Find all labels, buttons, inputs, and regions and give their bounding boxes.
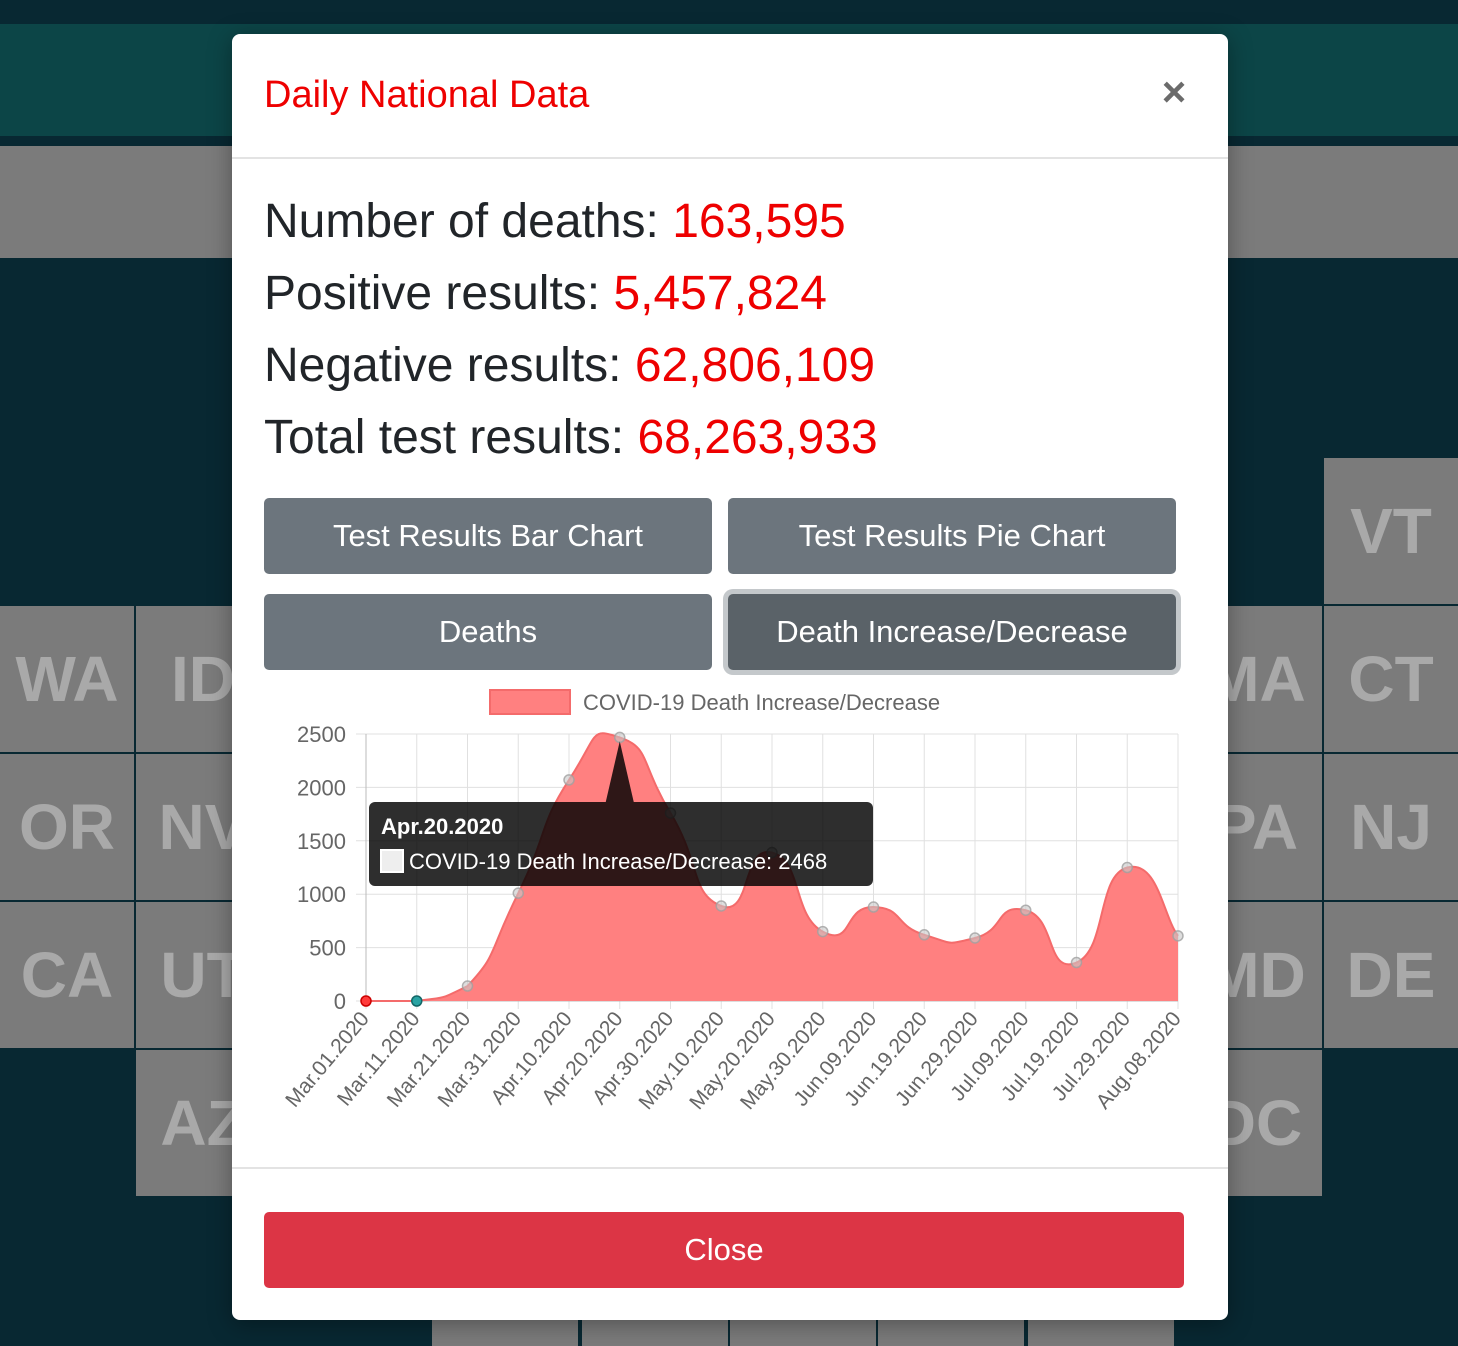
background-tile (432, 1320, 578, 1346)
data-point (563, 774, 575, 786)
data-point (918, 929, 930, 941)
state-tile-vt[interactable]: VT (1324, 458, 1458, 604)
data-point (867, 901, 880, 913)
y-tick-label: 2500 (297, 722, 346, 747)
background-tile (878, 1320, 1024, 1346)
close-button[interactable]: Close (264, 1212, 1184, 1288)
data-point (715, 900, 727, 912)
tooltip-swatch (380, 849, 404, 873)
y-tick-label: 2000 (297, 775, 346, 800)
legend-swatch (489, 689, 571, 715)
data-point (1020, 904, 1032, 916)
stat-label: Negative results: (264, 339, 635, 392)
data-point (360, 995, 372, 1007)
death-change-chart: COVID-19 Death Increase/Decrease 0 500 1000… (232, 684, 1228, 1164)
close-icon[interactable]: × (1154, 71, 1194, 113)
background-tile (730, 1320, 876, 1346)
modal-footer-divider (232, 1167, 1228, 1169)
data-point (969, 932, 981, 944)
data-point (411, 995, 423, 1007)
data-point (512, 887, 524, 899)
stat-total-test-results: Total test results: 68,263,933 (264, 410, 878, 482)
data-point (461, 980, 474, 992)
test-results-pie-chart-button[interactable]: Test Results Pie Chart (728, 498, 1176, 574)
y-tick-label: 1500 (297, 829, 346, 854)
data-point (817, 925, 829, 938)
data-point (1172, 930, 1184, 942)
chart-svg: COVID-19 Death Increase/Decrease 0 500 1000… (281, 689, 1186, 1114)
y-tick-label: 0 (334, 989, 346, 1014)
data-point (1121, 861, 1133, 874)
stat-positive-results: Positive results: 5,457,824 (264, 266, 878, 338)
stat-value: 163,595 (672, 195, 846, 248)
data-point (614, 731, 626, 744)
state-tile-wa[interactable]: WA (0, 606, 134, 752)
deaths-button[interactable]: Deaths (264, 594, 712, 670)
tooltip-text: COVID-19 Death Increase/Decrease: 2468 (409, 849, 827, 874)
state-tile-nj[interactable]: NJ (1324, 754, 1458, 900)
stat-value: 5,457,824 (613, 267, 827, 320)
state-tile-ca[interactable]: CA (0, 902, 134, 1048)
death-increase-decrease-button[interactable]: Death Increase/Decrease (728, 594, 1176, 670)
stat-label: Number of deaths: (264, 195, 673, 248)
stat-label: Positive results: (264, 267, 614, 320)
stats-list: Number of deaths: 163,595 Positive resul… (264, 194, 878, 482)
test-results-bar-chart-button[interactable]: Test Results Bar Chart (264, 498, 712, 574)
stat-number-of-deaths: Number of deaths: 163,595 (264, 194, 878, 266)
data-point (1070, 956, 1083, 969)
background-tile (582, 1320, 728, 1346)
stat-value: 62,806,109 (634, 339, 876, 392)
background-tile (1028, 1320, 1174, 1346)
daily-national-data-modal: Daily National Data × Number of deaths: … (232, 34, 1228, 1320)
stat-negative-results: Negative results: 62,806,109 (264, 338, 878, 410)
state-tile-or[interactable]: OR (0, 754, 134, 900)
tooltip-title: Apr.20.2020 (381, 814, 503, 839)
y-tick-label: 1000 (297, 882, 346, 907)
state-tile-ct[interactable]: CT (1324, 606, 1458, 752)
legend-label: COVID-19 Death Increase/Decrease (583, 690, 940, 715)
stat-value: 68,263,933 (637, 411, 878, 464)
stat-label: Total test results: (264, 411, 638, 464)
state-tile-de[interactable]: DE (1324, 902, 1458, 1048)
modal-title: Daily National Data (264, 74, 590, 116)
y-tick-label: 500 (309, 936, 346, 961)
modal-header: Daily National Data × (232, 34, 1228, 159)
